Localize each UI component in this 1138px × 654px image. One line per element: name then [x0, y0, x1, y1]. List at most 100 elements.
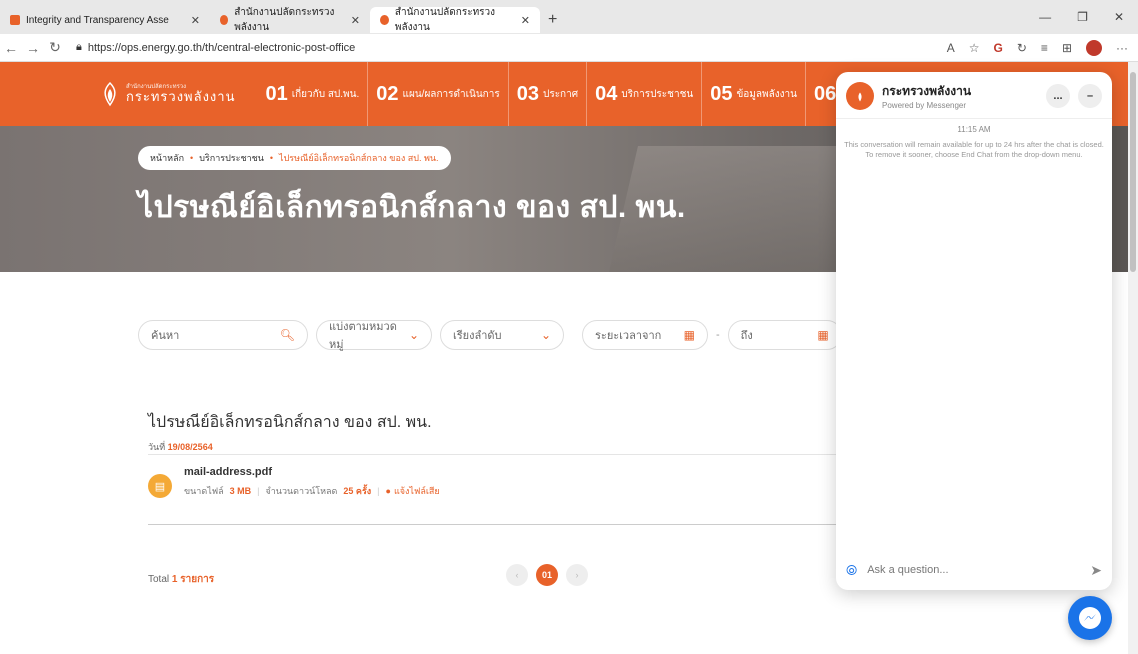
- next-page-button[interactable]: ›: [566, 564, 588, 586]
- menu-number: 03: [516, 82, 539, 105]
- collections-icon[interactable]: ⊞: [1062, 41, 1072, 55]
- document-title: ไปรษณีย์อิเล็กทรอนิกส์กลาง ของ สป. พน.: [148, 414, 432, 431]
- refresh-ext-icon[interactable]: ↻: [1017, 41, 1027, 55]
- favicon-icon: [10, 15, 20, 25]
- back-icon[interactable]: ←: [0, 40, 22, 56]
- file-size-label: ขนาดไฟล์: [184, 486, 224, 496]
- search-icon[interactable]: 🔍︎: [280, 328, 295, 342]
- ministry-logo-icon: [104, 81, 116, 107]
- sort-label: เรียงลำดับ: [453, 330, 502, 342]
- divider: [148, 454, 848, 455]
- breadcrumb-current: ไปรษณีย์อิเล็กทรอนิกส์กลาง ของ สป. พน.: [279, 153, 439, 163]
- restore-window-icon[interactable]: ❐: [1077, 10, 1088, 24]
- date-from-placeholder: ระยะเวลาจาก: [595, 330, 662, 342]
- prev-page-button[interactable]: ‹: [506, 564, 528, 586]
- powered-by-text: Powered by Messenger: [882, 101, 967, 110]
- search-input[interactable]: ค้นหา 🔍︎: [138, 320, 308, 350]
- page-avatar: [846, 82, 874, 110]
- menu-number: 02: [376, 82, 399, 105]
- breadcrumb: หน้าหลัก • บริการประชาชน • ไปรษณีย์อิเล็…: [138, 146, 451, 170]
- date-to-placeholder: ถึง: [740, 330, 753, 342]
- menu-number: 05: [710, 82, 733, 105]
- page-button-current[interactable]: 01: [536, 564, 558, 586]
- chat-page-name: กระทรวงพลังงาน: [882, 84, 972, 98]
- forward-icon[interactable]: →: [22, 40, 44, 56]
- menu-item-plans[interactable]: 02 แผน/ผลการดำเนินการ: [368, 62, 509, 126]
- pagination: ‹ 01 ›: [506, 564, 588, 586]
- refresh-icon[interactable]: ↻: [44, 39, 66, 56]
- date-value: 19/08/2564: [167, 442, 213, 452]
- menu-label: ประกาศ: [542, 88, 579, 100]
- profile-icon[interactable]: [1086, 39, 1102, 56]
- category-dropdown[interactable]: แบ่งตามหมวดหมู่ ⌄: [316, 320, 432, 351]
- scrollbar-thumb[interactable]: [1130, 72, 1136, 272]
- document-date: วันที่ 19/08/2564: [148, 440, 213, 454]
- date-from-input[interactable]: ระยะเวลาจาก ▦: [582, 320, 708, 350]
- favorites-list-icon[interactable]: ≡: [1041, 41, 1048, 55]
- send-icon[interactable]: ➤: [1090, 562, 1102, 579]
- more-menu-icon[interactable]: ···: [1116, 41, 1128, 55]
- report-broken-file-link[interactable]: ● แจ้งไฟล์เสีย: [386, 484, 440, 498]
- new-tab-button[interactable]: +: [548, 11, 557, 29]
- tab-title: Integrity and Transparency Asse: [26, 14, 169, 26]
- site-logo[interactable]: สำนักงานปลัดกระทรวง กระทรวงพลังงาน: [100, 81, 235, 107]
- lock-icon: 🔒︎: [76, 41, 82, 53]
- separator: |: [377, 486, 380, 496]
- divider: [148, 524, 848, 525]
- chat-more-button[interactable]: ...: [1046, 84, 1070, 108]
- breadcrumb-services[interactable]: บริการประชาชน: [199, 151, 264, 165]
- breadcrumb-separator: •: [190, 153, 194, 163]
- tab-close-icon[interactable]: ✕: [351, 14, 360, 27]
- total-label: Total: [148, 574, 170, 585]
- date-range-separator: -: [716, 329, 720, 341]
- chat-header: กระทรวงพลังงาน Powered by Messenger ... …: [836, 72, 1112, 119]
- messenger-icon: [1079, 607, 1101, 629]
- extension-icon[interactable]: G: [994, 41, 1003, 55]
- messenger-chat-panel: กระทรวงพลังงาน Powered by Messenger ... …: [836, 72, 1112, 590]
- read-aloud-icon[interactable]: A: [947, 41, 955, 55]
- pdf-file-icon: ▤: [148, 474, 172, 498]
- search-placeholder: ค้นหา: [151, 330, 180, 342]
- total-count: Total 1 รายการ: [148, 572, 214, 587]
- chat-notice: This conversation will remain available …: [844, 140, 1104, 159]
- address-bar: ← → ↻ 🔒︎ https://ops.energy.go.th/th/cen…: [0, 34, 1138, 62]
- menu-item-energy-data[interactable]: 05 ข้อมูลพลังงาน: [702, 62, 806, 126]
- file-size: 3 MB: [229, 486, 252, 496]
- sort-dropdown[interactable]: เรียงลำดับ ⌄: [440, 320, 564, 350]
- breadcrumb-home[interactable]: หน้าหลัก: [150, 151, 184, 165]
- info-icon: ●: [385, 486, 391, 496]
- menu-item-announcements[interactable]: 03 ประกาศ: [509, 62, 588, 126]
- logo-title: กระทรวงพลังงาน: [126, 89, 236, 105]
- menu-label: แผน/ผลการดำเนินการ: [402, 88, 500, 100]
- chat-input[interactable]: ⦾ Ask a question... ➤: [846, 558, 1102, 582]
- browser-tab-bar: Integrity and Transparency Asse ✕ สำนักง…: [0, 0, 1138, 34]
- messenger-launcher-button[interactable]: [1068, 596, 1112, 640]
- favicon-icon: [380, 15, 389, 25]
- menu-item-about[interactable]: 01 เกี่ยวกับ สป.พน.: [257, 62, 369, 126]
- chat-minimize-button[interactable]: –: [1078, 84, 1102, 108]
- downloads-label: จำนวนดาวน์โหลด: [265, 486, 338, 496]
- tab-close-icon[interactable]: ✕: [521, 14, 530, 27]
- logo-subtitle: สำนักงานปลัดกระทรวง: [126, 84, 187, 91]
- tab-3[interactable]: สำนักงานปลัดกระทรวงพลังงาน ✕: [370, 7, 540, 33]
- file-name-link[interactable]: mail-address.pdf: [184, 466, 440, 478]
- close-window-icon[interactable]: ✕: [1114, 10, 1124, 24]
- calendar-icon[interactable]: ▦: [684, 328, 695, 342]
- ministry-logo-icon: [858, 92, 862, 102]
- menu-item-services[interactable]: 04 บริการประชาชน: [587, 62, 703, 126]
- attach-icon[interactable]: ⦾: [846, 562, 857, 579]
- menu-label: บริการประชาชน: [621, 88, 694, 100]
- category-label: แบ่งตามหมวดหมู่: [329, 321, 397, 351]
- tab-close-icon[interactable]: ✕: [191, 14, 200, 27]
- favorite-icon[interactable]: ☆: [969, 41, 980, 55]
- tab-1[interactable]: Integrity and Transparency Asse ✕: [0, 7, 210, 33]
- menu-number: 04: [595, 82, 618, 105]
- url-field[interactable]: 🔒︎ https://ops.energy.go.th/th/central-e…: [76, 41, 355, 54]
- tab-2[interactable]: สำนักงานปลัดกระทรวงพลังงาน ✕: [210, 7, 370, 33]
- minimize-window-icon[interactable]: —: [1039, 10, 1051, 24]
- menu-number: 01: [265, 82, 288, 105]
- breadcrumb-separator: •: [269, 153, 274, 163]
- date-to-input[interactable]: ถึง ▦: [727, 320, 842, 350]
- calendar-icon[interactable]: ▦: [817, 328, 828, 342]
- page-scrollbar[interactable]: [1128, 62, 1138, 654]
